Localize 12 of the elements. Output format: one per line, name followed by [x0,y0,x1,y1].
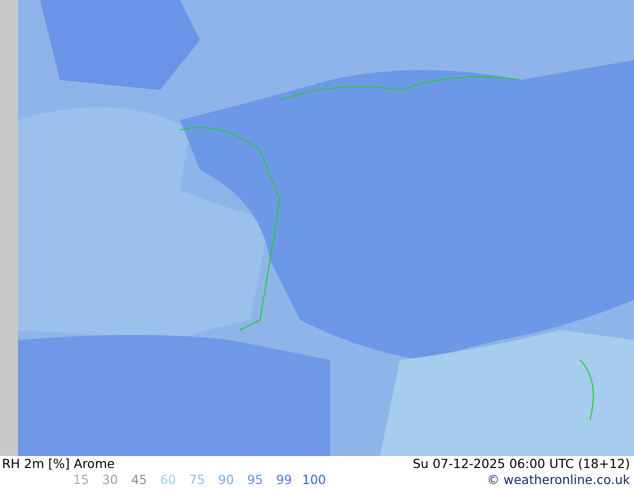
forecast-timestamp: Su 07-12-2025 06:00 UTC (18+12) [412,456,630,472]
legend-value: 75 [188,472,205,488]
map-title: RH 2m [%] Arome [2,456,116,472]
legend-value: 60 [159,472,176,488]
legend-value: 95 [246,472,263,488]
legend-value: 99 [275,472,292,488]
legend-value: 45 [130,472,147,488]
legend-value: 30 [101,472,118,488]
legend-value: 15 [72,472,89,488]
legend-value: 100 [301,472,326,488]
legend-value: 90 [217,472,234,488]
credit-link[interactable]: © weatheronline.co.uk [487,472,630,488]
